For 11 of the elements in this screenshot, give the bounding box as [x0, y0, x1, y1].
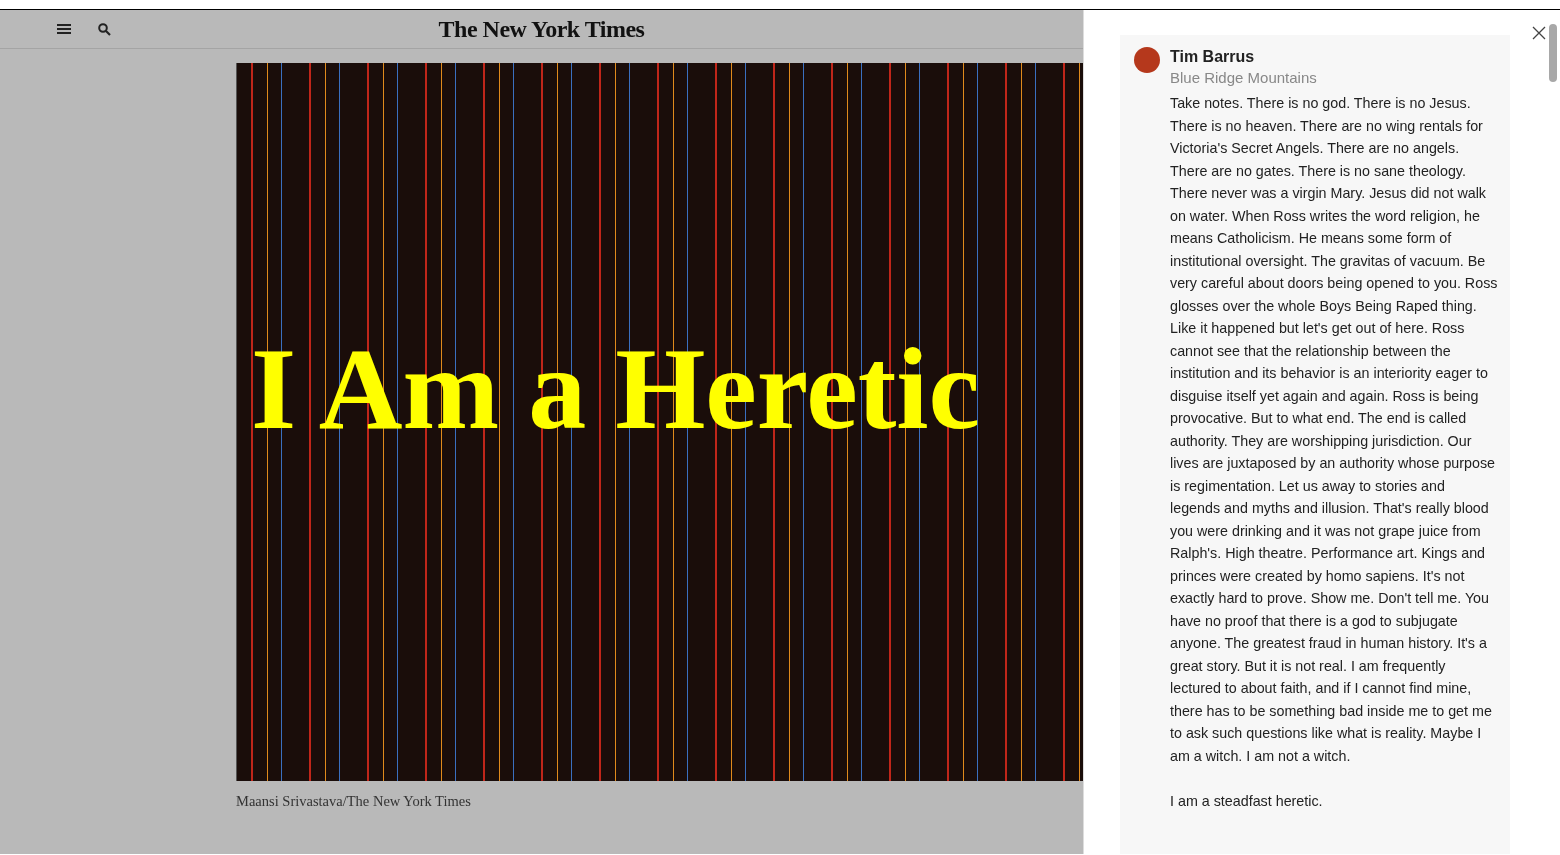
comment-author: Tim Barrus: [1170, 47, 1256, 67]
comment-text: I am a steadfast heretic.: [1170, 791, 1324, 811]
scrollbar-thumb[interactable]: [1549, 24, 1557, 82]
comment-text: Take notes. There is no god. There is no Jesus. There is no heaven. There are no wing rentals for Victoria's Secret Angels. There are no angels. There are no gates. There is no sane theology. There never was a virgin Mary. Jesus did not walk on water. When Ross writes the word religion, he means Catholicism. He means some form of institutional oversight. The gravitas of vacuum. Be very careful about doors being opened to you. Ross glosses over the whole Boys Being Raped thing. Like it happened but let's get out of here. Ross cannot see that the relationship between the institution and its behavior is an interiority eager to disguise itself yet again and again. Ross is being provocative. But to what end. The end is called authority. They are worshipping jurisdiction. Our lives are juxtaposed by an authority whose purpose is regimentation. Let us away to stories and legends and myths and illusion. That's really blood you were drinking and it was not grape juice from Ralph's. High theatre. Performance art. Kings and princes were created by homo sapiens. It's not exactly hard to prove. Show me. Don't tell me. You have no proof that there is a god to subjugate anyone. The greatest fraud in human history. It's a great story. But it is not real. I am frequently lectured to about faith, and if I cannot find mine, there has to be something bad inside me to get me to ask such questions like what is reality. Maybe I am a witch. I am not a witch.: [1170, 94, 1498, 766]
site-logo[interactable]: The New York Times: [438, 16, 645, 42]
avatar-icon: [1134, 47, 1160, 73]
menu-icon[interactable]: [56, 21, 72, 37]
comment-location: Blue Ridge Mountains: [1170, 68, 1318, 88]
search-icon[interactable]: [96, 21, 112, 37]
close-icon[interactable]: [1532, 26, 1546, 40]
photo-credit: Maansi Srivastava/The New York Times: [236, 792, 472, 811]
